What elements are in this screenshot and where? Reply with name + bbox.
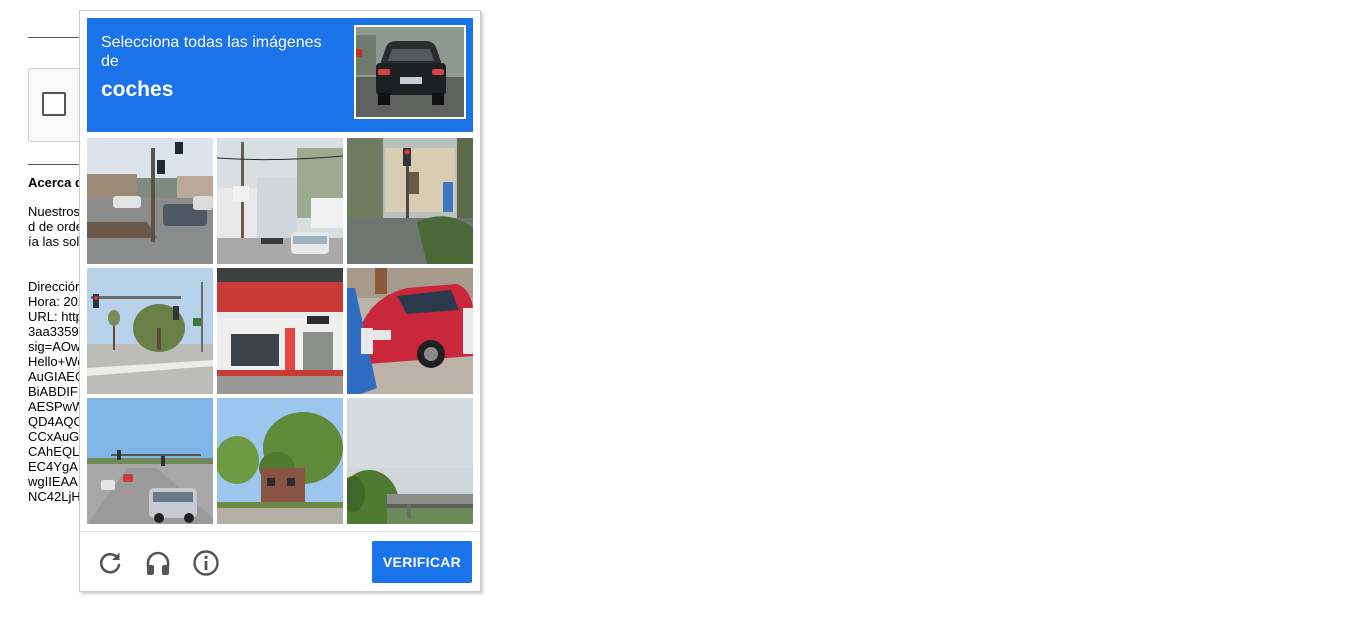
image-tile[interactable] — [87, 268, 213, 394]
reload-icon[interactable] — [96, 549, 124, 577]
challenge-header: Selecciona todas las imágenes de coches — [87, 18, 473, 132]
image-tile[interactable] — [87, 138, 213, 264]
image-tile[interactable] — [347, 138, 473, 264]
about-paragraph: Nuestros d de orde ía las sol — [28, 204, 83, 249]
image-tile[interactable] — [87, 398, 213, 524]
sample-image — [354, 25, 466, 119]
verify-button[interactable]: VERIFICAR — [372, 541, 472, 583]
footer-divider — [80, 531, 480, 532]
image-tile[interactable] — [217, 398, 343, 524]
image-grid — [87, 138, 473, 524]
recaptcha-checkbox[interactable] — [42, 92, 66, 116]
challenge-target: coches — [101, 78, 174, 101]
image-tile[interactable] — [217, 138, 343, 264]
image-tile[interactable] — [347, 398, 473, 524]
request-details: Direcciór Hora: 202 URL: http 3aa3359 sig=AO… — [28, 279, 86, 504]
about-heading: Acerca d — [28, 175, 83, 190]
recaptcha-challenge-dialog: Selecciona todas las imágenes de coches — [79, 10, 481, 592]
image-tile[interactable] — [347, 268, 473, 394]
info-icon[interactable] — [192, 549, 220, 577]
challenge-instruction: Selecciona todas las imágenes de — [101, 34, 322, 70]
headphones-icon[interactable] — [144, 549, 172, 577]
image-tile[interactable] — [217, 268, 343, 394]
